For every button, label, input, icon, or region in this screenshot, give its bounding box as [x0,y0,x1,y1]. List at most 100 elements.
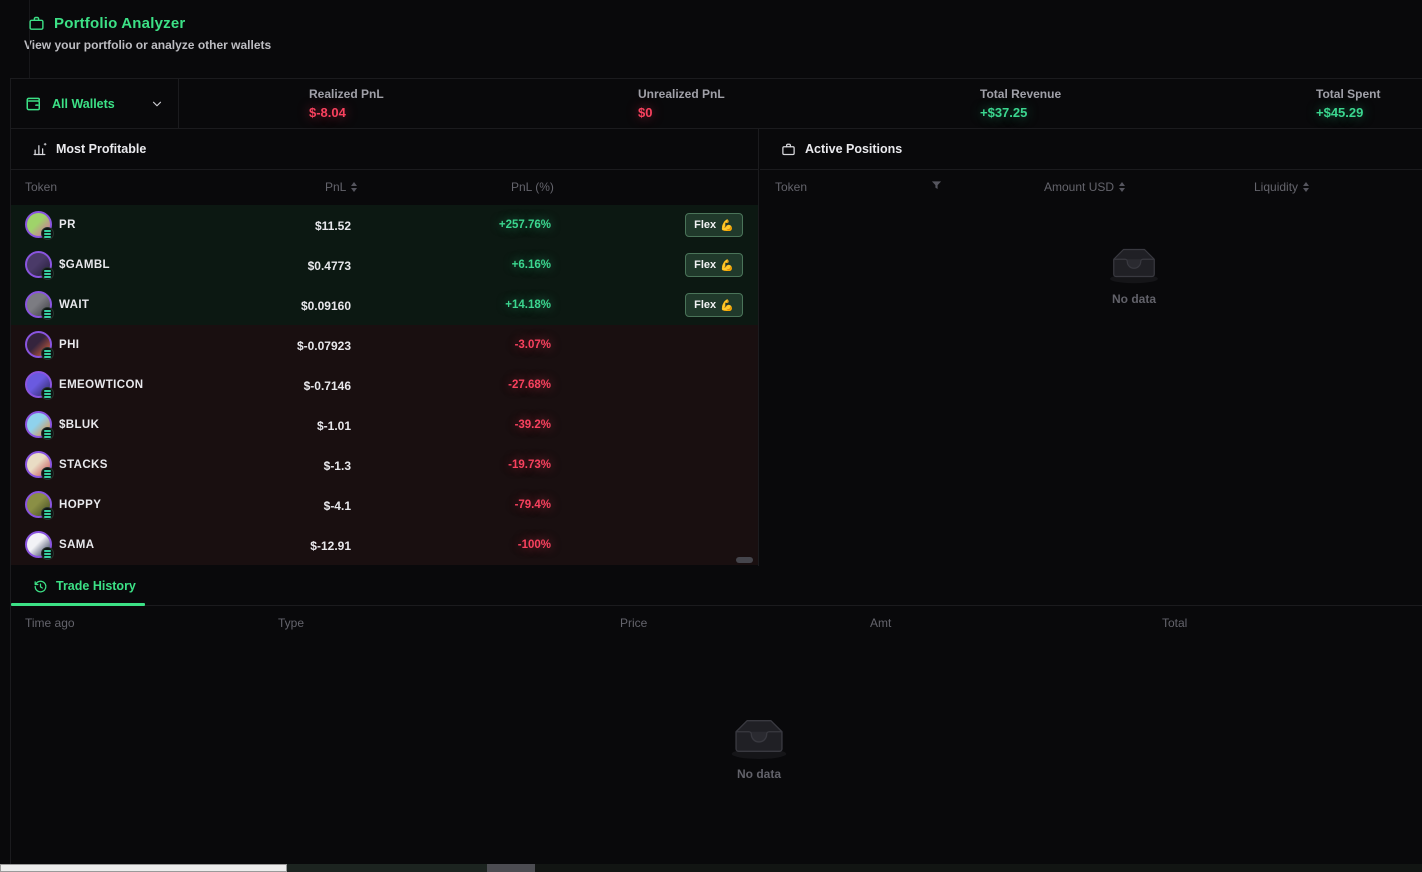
pnl-value: $-1.3 [324,459,351,473]
token-name: PR [59,219,76,231]
table-row[interactable]: WAIT $0.09160 +14.18% Flex💪 [11,285,758,325]
bar-chart-icon [32,142,47,157]
column-price: Price [620,616,647,630]
page-subtitle: View your portfolio or analyze other wal… [24,38,1422,52]
column-time-ago: Time ago [25,616,75,630]
token-name: PHI [59,339,79,351]
token-avatar [25,451,52,478]
flex-button[interactable]: Flex💪 [685,293,743,317]
main-content: All Wallets Realized PnL $-8.04 Unrealiz… [10,78,1422,872]
stat-value: +$37.25 [980,105,1061,120]
stat-unrealized-pnl: Unrealized PnL $0 [638,87,725,120]
column-total: Total [1162,616,1187,630]
stat-label: Realized PnL [309,87,384,101]
tab-label: Trade History [56,579,136,593]
pnl-value: $-12.91 [310,539,351,553]
table-row[interactable]: SAMA $-12.91 -100% Flex💪 [11,525,758,565]
table-row[interactable]: EMEOWTICON $-0.7146 -27.68% Flex💪 [11,365,758,405]
token-badge-icon [41,307,54,320]
token-name: SAMA [59,539,94,551]
pnl-value: $11.52 [315,219,351,233]
page-header: Portfolio Analyzer View your portfolio o… [0,0,1422,78]
token-avatar [25,291,52,318]
stat-realized-pnl: Realized PnL $-8.04 [309,87,384,120]
stat-label: Unrealized PnL [638,87,725,101]
pnl-pct-value: -3.07% [515,339,551,351]
token-badge-icon [41,387,54,400]
page-title: Portfolio Analyzer [54,15,185,32]
table-row[interactable]: PHI $-0.07923 -3.07% Flex💪 [11,325,758,365]
wallet-selector-label: All Wallets [52,97,115,111]
scrollbar-thumb[interactable] [487,864,535,872]
token-badge-icon [41,347,54,360]
token-avatar [25,211,52,238]
muscle-emoji-icon: 💪 [720,299,734,312]
scrollbar-thumb[interactable] [0,864,287,872]
pnl-value: $-1.01 [317,419,351,433]
table-row[interactable]: HOPPY $-4.1 -79.4% Flex💪 [11,485,758,525]
stat-value: $0 [638,105,725,120]
column-token: Token [25,180,57,194]
token-avatar [25,251,52,278]
empty-box-icon [725,712,793,760]
pnl-pct-value: -79.4% [515,499,551,511]
header-divider [29,0,30,78]
pnl-pct-value: -100% [518,539,551,551]
pnl-pct-value: +257.76% [499,219,551,231]
table-row[interactable]: $GAMBL $0.4773 +6.16% Flex💪 [11,245,758,285]
table-row[interactable]: PR $11.52 +257.76% Flex💪 [11,205,758,245]
token-name: $GAMBL [59,259,110,271]
filter-icon[interactable] [931,180,942,191]
column-pnl[interactable]: PnL [325,180,357,194]
portfolio-analyzer-app: Portfolio Analyzer View your portfolio o… [0,0,1422,872]
wallet-selector[interactable]: All Wallets [11,79,179,129]
briefcase-icon [781,142,796,157]
column-token: Token [775,180,807,194]
pnl-pct-value: -27.68% [508,379,551,391]
tab-trade-history[interactable]: Trade History [11,566,136,606]
most-profitable-table: PR $11.52 +257.76% Flex💪 $GAMBL $0.4773 … [11,205,758,565]
active-positions-panel: Active Positions Token Amount USD Liquid… [760,129,1422,566]
token-name: $BLUK [59,419,99,431]
token-name: WAIT [59,299,89,311]
stat-total-revenue: Total Revenue +$37.25 [980,87,1061,120]
scrollbar-track [287,864,487,872]
chevron-down-icon [150,97,164,111]
column-amount-usd[interactable]: Amount USD [1044,180,1125,194]
token-avatar [25,491,52,518]
horizontal-scrollbar-thumb[interactable] [736,557,753,563]
table-row[interactable]: STACKS $-1.3 -19.73% Flex💪 [11,445,758,485]
pnl-pct-value: +14.18% [505,299,551,311]
empty-state: No data [725,712,793,781]
pnl-pct-value: -19.73% [508,459,551,471]
flex-button[interactable]: Flex💪 [685,213,743,237]
token-name: STACKS [59,459,108,471]
stat-value: $-8.04 [309,105,384,120]
token-avatar [25,411,52,438]
pnl-value: $0.09160 [301,299,351,313]
column-type: Type [278,616,304,630]
briefcase-icon [28,15,45,32]
token-badge-icon [41,267,54,280]
empty-state: No data [1104,241,1164,306]
flex-button[interactable]: Flex💪 [685,253,743,277]
panel-title: Most Profitable [56,142,146,156]
token-avatar [25,371,52,398]
no-data-text: No data [1104,292,1164,306]
token-avatar [25,531,52,558]
token-badge-icon [41,547,54,560]
token-name: HOPPY [59,499,101,511]
trade-history-header-row: Time ago Type Price Amt Total [11,606,1422,641]
table-row[interactable]: $BLUK $-1.01 -39.2% Flex💪 [11,405,758,445]
sort-icon [1303,182,1309,192]
column-liquidity[interactable]: Liquidity [1254,180,1309,194]
pnl-value: $-4.1 [324,499,351,513]
no-data-text: No data [725,767,793,781]
panels-region: Most Profitable Token PnL PnL (%) PR $11… [11,129,1422,566]
pnl-value: $-0.07923 [297,339,351,353]
stat-label: Total Spent [1316,87,1380,101]
pnl-value: $-0.7146 [304,379,351,393]
bottom-scrollbar [0,864,1422,872]
sort-icon [1119,182,1125,192]
token-badge-icon [41,507,54,520]
